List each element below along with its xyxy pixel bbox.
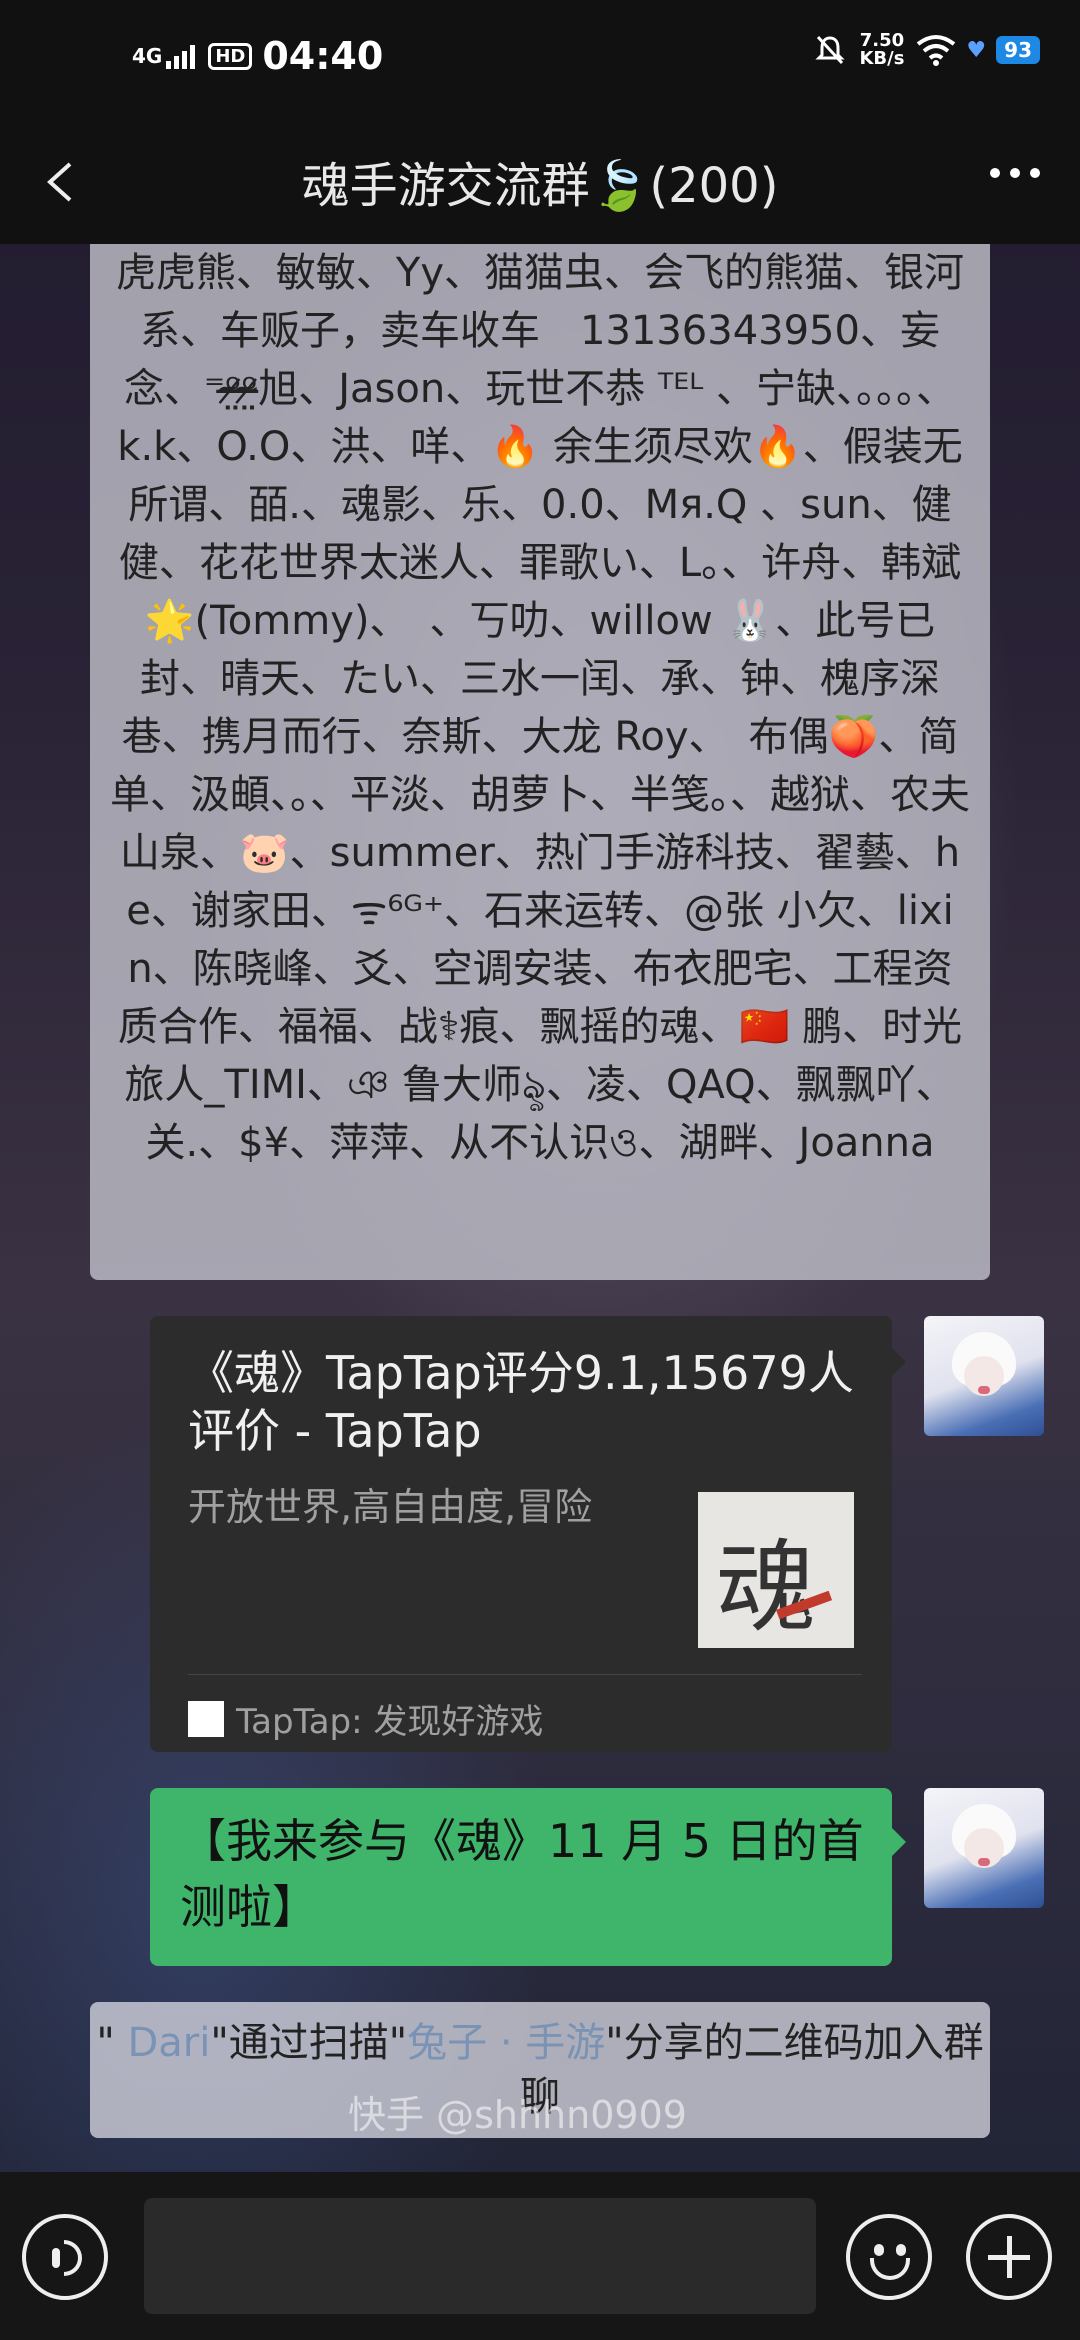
more-options-icon[interactable]: [980, 168, 1040, 178]
sharer-link[interactable]: 兔子 · 手游: [407, 2020, 605, 2066]
voice-input-icon[interactable]: [22, 2214, 108, 2300]
chat-title: 魂手游交流群🍃(200): [301, 158, 779, 214]
member-list-text: 虎虎熊、敏敏、Yy、猫猫虫、会飞的熊猫、银河系、车贩子，卖车收车 1313634…: [110, 250, 970, 1166]
taptap-logo-icon: [188, 1700, 224, 1737]
emoji-icon[interactable]: [846, 2214, 932, 2300]
chat-header: 魂手游交流群🍃(200): [0, 120, 1080, 244]
link-card-description: 开放世界,高自由度,冒险: [188, 1485, 593, 1529]
video-watermark: 快手 @shhhn0909: [348, 2093, 687, 2137]
plus-icon[interactable]: [966, 2214, 1052, 2300]
link-card-title: 《魂》TapTap评分9.1,15679人评价 - TapTap: [188, 1346, 854, 1458]
sender-avatar[interactable]: [924, 1316, 1044, 1436]
status-left: 4G HD 04:40: [132, 34, 383, 78]
member-list-message: 虎虎熊、敏敏、Yy、猫猫虫、会飞的熊猫、银河系、车贩子，卖车收车 1313634…: [90, 244, 990, 1280]
status-time: 04:40: [262, 34, 384, 78]
net-speed-unit: KB/s: [859, 48, 905, 69]
mute-bell-icon: [815, 35, 846, 65]
heart-icon: ♥: [966, 37, 987, 63]
wifi-icon: [917, 35, 956, 66]
thumbnail-glyph: 魂: [716, 1529, 816, 1646]
link-card-source: TapTap: 发现好游戏: [236, 1702, 544, 1742]
inviter-link[interactable]: Dari: [127, 2020, 210, 2066]
status-bar: 4G HD 04:40 7.50 KB/s ♥ 93: [0, 0, 1080, 120]
sender-avatar[interactable]: [924, 1788, 1044, 1908]
link-card-message[interactable]: 《魂》TapTap评分9.1,15679人评价 - TapTap 开放世界,高自…: [150, 1316, 906, 1752]
network-type: 4G: [132, 44, 163, 68]
status-right: 7.50 KB/s ♥ 93: [813, 32, 1040, 68]
net-speed: 7.50 KB/s: [859, 32, 904, 68]
hd-badge: HD: [208, 42, 253, 70]
text-message: 【我来参与《魂》11 月 5 日的首测啦】: [180, 1814, 864, 1934]
message-input[interactable]: [144, 2198, 816, 2314]
notice-prefix: ": [96, 2020, 128, 2066]
signal-icon: [166, 43, 198, 69]
input-bar: [0, 2172, 1080, 2340]
link-card-footer: TapTap: 发现好游戏: [188, 1694, 543, 1743]
link-card-thumbnail: 魂: [698, 1492, 854, 1648]
card-divider: [188, 1674, 862, 1675]
battery-level: 93: [996, 36, 1040, 64]
text-message-bubble[interactable]: 【我来参与《魂》11 月 5 日的首测啦】: [150, 1788, 906, 1966]
notice-mid: "通过扫描": [210, 2020, 408, 2066]
